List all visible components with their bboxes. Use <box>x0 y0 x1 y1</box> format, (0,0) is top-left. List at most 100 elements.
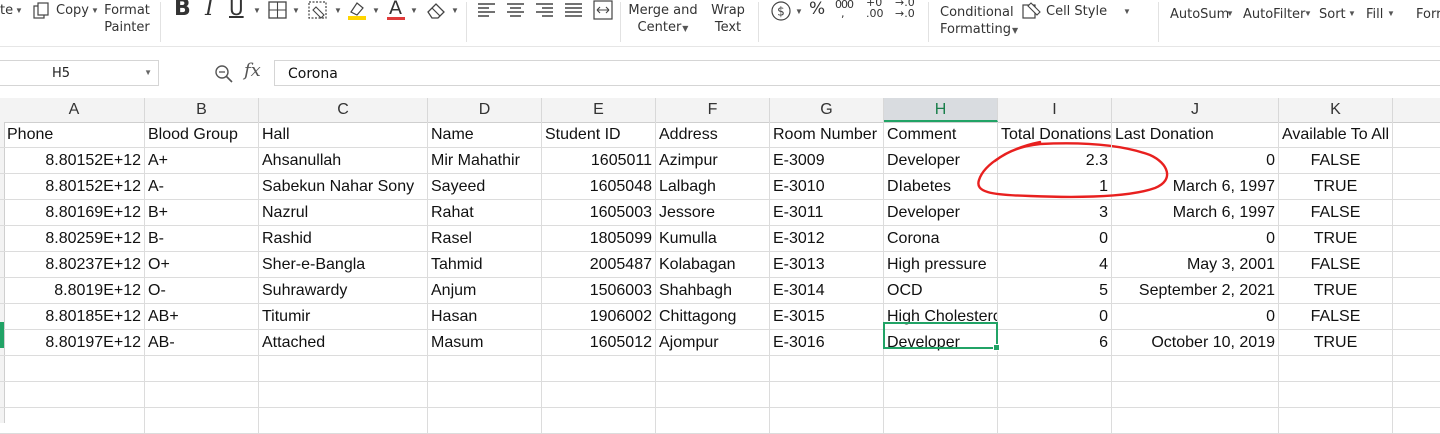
cell[interactable]: E-3011 <box>770 200 884 226</box>
header-cell-i[interactable]: Total Donations <box>998 122 1112 148</box>
cell[interactable]: Jessore <box>656 200 770 226</box>
cell[interactable]: May 3, 2001 <box>1112 252 1279 278</box>
cell[interactable]: 1805099 <box>542 226 656 252</box>
paste-button-label[interactable]: te <box>0 3 13 18</box>
cell[interactable]: 8.8019E+12 <box>4 278 145 304</box>
empty-cell[interactable] <box>656 408 770 434</box>
cell[interactable]: March 6, 1997 <box>1112 200 1279 226</box>
cell[interactable]: Nazrul <box>259 200 428 226</box>
empty-cell[interactable] <box>1112 382 1279 408</box>
header-cell-d[interactable]: Name <box>428 122 542 148</box>
empty-cell[interactable] <box>656 356 770 382</box>
fx-icon[interactable]: fx <box>244 60 261 81</box>
cell[interactable]: E-3015 <box>770 304 884 330</box>
empty-cell[interactable] <box>884 382 998 408</box>
cell[interactable]: Shahbagh <box>656 278 770 304</box>
column-header-c[interactable]: C <box>259 98 428 122</box>
cell[interactable]: 4 <box>998 252 1112 278</box>
autosum-button[interactable]: AutoSum <box>1170 7 1229 22</box>
cell[interactable]: O- <box>145 278 259 304</box>
cell[interactable]: Kumulla <box>656 226 770 252</box>
cell[interactable]: High pressure <box>884 252 998 278</box>
cell[interactable]: 8.80185E+12 <box>4 304 145 330</box>
cell[interactable]: Ajompur <box>656 330 770 356</box>
cell[interactable]: TRUE <box>1279 330 1393 356</box>
cell[interactable]: 8.80152E+12 <box>4 174 145 200</box>
empty-cell[interactable] <box>1393 278 1440 304</box>
eraser-icon[interactable] <box>425 1 447 19</box>
cell-fill-dropdown-icon[interactable]: ▼ <box>334 6 342 15</box>
merge-center-button[interactable]: Merge and Center▼ <box>626 2 700 37</box>
column-header-d[interactable]: D <box>428 98 542 122</box>
cell[interactable]: 8.80152E+12 <box>4 148 145 174</box>
cell[interactable]: 3 <box>998 200 1112 226</box>
cell[interactable]: Rasel <box>428 226 542 252</box>
empty-cell[interactable] <box>884 408 998 434</box>
cell-fill-icon[interactable] <box>308 1 330 20</box>
cell[interactable]: October 10, 2019 <box>1112 330 1279 356</box>
copy-button[interactable]: Copy ▼ <box>30 0 100 22</box>
header-cell-j[interactable]: Last Donation <box>1112 122 1279 148</box>
cell[interactable]: Mir Mahathir <box>428 148 542 174</box>
empty-cell[interactable] <box>1393 148 1440 174</box>
empty-cell[interactable] <box>4 356 145 382</box>
align-right-icon[interactable] <box>535 2 554 18</box>
empty-cell[interactable] <box>145 408 259 434</box>
underline-icon[interactable]: U <box>229 0 244 20</box>
empty-cell[interactable] <box>1393 382 1440 408</box>
empty-cell[interactable] <box>1393 122 1440 148</box>
empty-cell[interactable] <box>1112 356 1279 382</box>
name-box-dropdown-icon[interactable]: ▼ <box>144 68 152 77</box>
cell[interactable]: E-3013 <box>770 252 884 278</box>
empty-cell[interactable] <box>1393 304 1440 330</box>
empty-cell[interactable] <box>1393 356 1440 382</box>
wrap-text-button[interactable]: Wrap Text <box>706 2 750 36</box>
cell[interactable]: Developer <box>884 200 998 226</box>
cell[interactable]: Developer <box>884 330 998 356</box>
cell[interactable]: Sayeed <box>428 174 542 200</box>
cell[interactable]: A- <box>145 174 259 200</box>
empty-cell[interactable] <box>1279 356 1393 382</box>
empty-cell[interactable] <box>1393 252 1440 278</box>
cell[interactable]: 0 <box>1112 148 1279 174</box>
cell[interactable]: 1506003 <box>542 278 656 304</box>
cell[interactable]: Sabekun Nahar Sony <box>259 174 428 200</box>
cell[interactable]: 6 <box>998 330 1112 356</box>
column-header-a[interactable]: A <box>4 98 145 122</box>
cell[interactable]: FALSE <box>1279 252 1393 278</box>
cell[interactable]: O+ <box>145 252 259 278</box>
cell[interactable]: Azimpur <box>656 148 770 174</box>
cell[interactable]: FALSE <box>1279 304 1393 330</box>
header-cell-h[interactable]: Comment <box>884 122 998 148</box>
empty-cell[interactable] <box>259 408 428 434</box>
cell[interactable]: Suhrawardy <box>259 278 428 304</box>
cell[interactable]: High Cholesterol <box>884 304 998 330</box>
cell[interactable]: A+ <box>145 148 259 174</box>
cell[interactable]: Masum <box>428 330 542 356</box>
cell[interactable]: 1906002 <box>542 304 656 330</box>
empty-cell[interactable] <box>1393 174 1440 200</box>
cell[interactable]: B+ <box>145 200 259 226</box>
cell[interactable]: 2005487 <box>542 252 656 278</box>
column-header-e[interactable]: E <box>542 98 656 122</box>
cell[interactable]: Sher-e-Bangla <box>259 252 428 278</box>
decrease-decimal-button[interactable]: →.0 →.0 <box>895 0 919 23</box>
cell[interactable]: 8.80169E+12 <box>4 200 145 226</box>
empty-cell[interactable] <box>428 356 542 382</box>
cell[interactable]: E-3016 <box>770 330 884 356</box>
cell[interactable]: Attached <box>259 330 428 356</box>
empty-cell[interactable] <box>1279 382 1393 408</box>
cell[interactable]: E-3010 <box>770 174 884 200</box>
empty-cell[interactable] <box>998 356 1112 382</box>
cell[interactable]: 8.80197E+12 <box>4 330 145 356</box>
cell[interactable]: 8.80237E+12 <box>4 252 145 278</box>
column-header-b[interactable]: B <box>145 98 259 122</box>
empty-cell[interactable] <box>145 382 259 408</box>
cell[interactable]: September 2, 2021 <box>1112 278 1279 304</box>
sort-dropdown-icon[interactable]: ▼ <box>1348 9 1356 18</box>
cell[interactable]: DIabetes <box>884 174 998 200</box>
empty-cell[interactable] <box>259 356 428 382</box>
cell[interactable]: 0 <box>1112 226 1279 252</box>
cell[interactable]: Rahat <box>428 200 542 226</box>
empty-cell[interactable] <box>542 382 656 408</box>
